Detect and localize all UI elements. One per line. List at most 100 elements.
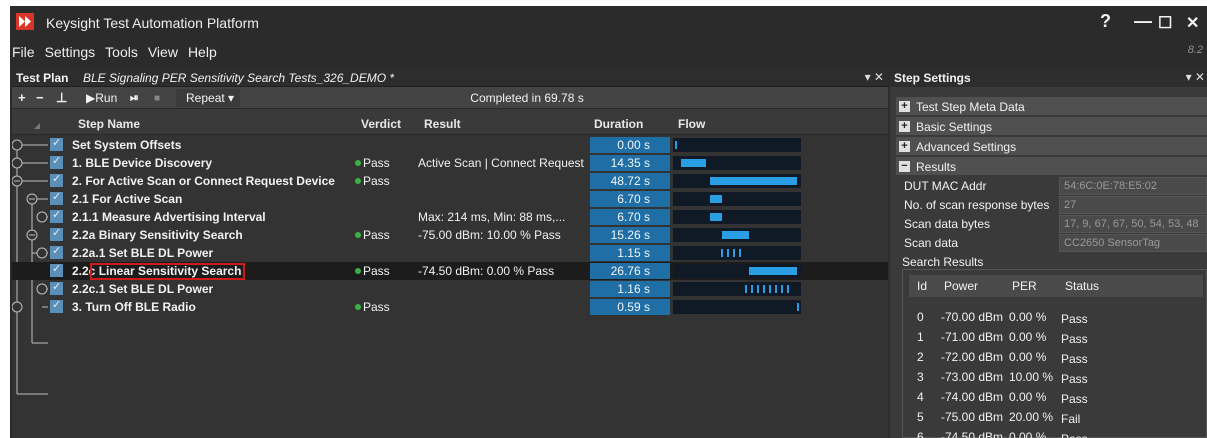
- menu-help[interactable]: Help: [186, 42, 225, 64]
- search-result-row[interactable]: 2 -72.00 dBm 0.00 % Pass: [909, 348, 1199, 367]
- repeat-dropdown[interactable]: Repeat ▾: [176, 89, 241, 107]
- col-duration[interactable]: Duration: [594, 117, 643, 131]
- sr-id: 3: [917, 370, 924, 384]
- table-row[interactable]: 2. For Active Scan or Connect Request De…: [12, 172, 888, 190]
- insert-child-button[interactable]: ⊥: [56, 90, 67, 106]
- enabled-checkbox[interactable]: [50, 172, 63, 187]
- step-verdict: Pass: [355, 300, 390, 314]
- flow-bar: [722, 231, 750, 239]
- grid-header: Step Name Verdict Result Duration Flow: [12, 111, 888, 135]
- pass-dot-icon: [355, 178, 361, 184]
- enabled-checkbox[interactable]: [50, 136, 63, 151]
- close-icon[interactable]: ✕: [1186, 13, 1199, 33]
- step-verdict: Pass: [355, 228, 390, 242]
- section-basic-settings[interactable]: + Basic Settings: [896, 117, 1207, 136]
- prop-value[interactable]: 54:6C:0E:78:E5:02: [1059, 177, 1207, 195]
- section-label: Results: [916, 160, 957, 174]
- table-row[interactable]: Set System Offsets 0.00 s: [12, 136, 888, 154]
- col-result[interactable]: Result: [424, 117, 461, 131]
- flow-timeline: [673, 246, 801, 260]
- run-button[interactable]: ▶Run: [86, 91, 117, 105]
- enabled-checkbox[interactable]: [50, 226, 63, 241]
- table-row[interactable]: 1. BLE Device Discovery Pass Active Scan |…: [12, 154, 888, 172]
- expand-icon[interactable]: +: [899, 121, 910, 132]
- enabled-checkbox[interactable]: [50, 244, 63, 259]
- search-result-row[interactable]: 3 -73.00 dBm 10.00 % Pass: [909, 368, 1199, 387]
- step-name: 2.1 For Active Scan: [72, 192, 183, 206]
- enabled-checkbox[interactable]: [50, 280, 63, 295]
- section-label: Basic Settings: [916, 120, 993, 134]
- title-bar: Keysight Test Automation Platform ? — ☐ …: [10, 6, 1207, 40]
- prop-dut-mac-addr: DUT MAC Addr 54:6C:0E:78:E5:02: [896, 177, 1207, 195]
- menu-settings[interactable]: Settings: [43, 42, 104, 64]
- section-test-step-meta-data[interactable]: + Test Step Meta Data: [896, 97, 1207, 116]
- menu-view[interactable]: View: [146, 42, 186, 64]
- panel-menu-close-icon[interactable]: ▾ ✕: [865, 70, 884, 84]
- step-result: Active Scan | Connect Request: [418, 156, 584, 170]
- col-step-name[interactable]: Step Name: [78, 117, 140, 131]
- step-duration: 26.76 s: [590, 263, 670, 279]
- table-row[interactable]: 2.2a.1 Set BLE DL Power 1.15 s: [12, 244, 888, 262]
- table-row[interactable]: 2.2a Binary Sensitivity Search Pass -75.00…: [12, 226, 888, 244]
- section-results[interactable]: − Results: [896, 157, 1207, 176]
- step-duration: 6.70 s: [590, 209, 670, 225]
- collapse-icon[interactable]: −: [899, 161, 910, 172]
- pause-button[interactable]: ⏯: [130, 92, 139, 105]
- maximize-icon[interactable]: ☐: [1158, 13, 1172, 33]
- prop-scan-data: Scan data CC2650 SensorTag: [896, 234, 1207, 252]
- search-result-row[interactable]: 1 -71.00 dBm 0.00 % Pass: [909, 328, 1199, 347]
- sr-status: Fail: [1061, 412, 1081, 426]
- remove-step-button[interactable]: −: [36, 90, 44, 105]
- table-row[interactable]: 3. Turn Off BLE Radio Pass 0.59 s: [12, 298, 888, 316]
- sr-id: 6: [917, 430, 924, 438]
- enabled-checkbox[interactable]: [50, 154, 63, 169]
- verdict-text: Pass: [363, 174, 390, 188]
- step-name: Set System Offsets: [72, 138, 182, 152]
- flow-timeline: [673, 138, 801, 152]
- sr-col-status[interactable]: Status: [1065, 279, 1099, 293]
- expand-icon[interactable]: +: [899, 101, 910, 112]
- help-button[interactable]: ?: [1100, 11, 1111, 32]
- run-status: Completed in 69.78 s: [470, 91, 584, 105]
- search-result-row[interactable]: 4 -74.00 dBm 0.00 % Pass: [909, 388, 1199, 407]
- enabled-checkbox[interactable]: [50, 190, 63, 205]
- section-advanced-settings[interactable]: + Advanced Settings: [896, 137, 1207, 156]
- sr-id: 1: [917, 330, 924, 344]
- minimize-icon[interactable]: —: [1134, 11, 1152, 32]
- stop-button[interactable]: ■: [154, 93, 160, 104]
- flow-bar: [709, 195, 723, 203]
- table-row[interactable]: 2.2c.1 Set BLE DL Power 1.16 s: [12, 280, 888, 298]
- prop-value[interactable]: 27: [1059, 196, 1207, 214]
- menu-tools[interactable]: Tools: [103, 42, 146, 64]
- step-settings-panel: Step Settings ▾ ✕ + Test Step Meta Data …: [890, 68, 1207, 438]
- add-step-button[interactable]: +: [18, 90, 26, 105]
- search-result-row[interactable]: 0 -70.00 dBm 0.00 % Pass: [909, 308, 1199, 327]
- prop-value[interactable]: CC2650 SensorTag: [1059, 234, 1207, 252]
- col-verdict[interactable]: Verdict: [361, 117, 401, 131]
- sr-col-id[interactable]: Id: [917, 279, 927, 293]
- step-name: 3. Turn Off BLE Radio: [72, 300, 196, 314]
- search-result-row[interactable]: 6 -74.50 dBm 0.00 % Pass: [909, 428, 1199, 438]
- sr-power: -74.50 dBm: [941, 430, 1004, 438]
- enabled-checkbox[interactable]: [50, 298, 63, 313]
- expand-icon[interactable]: +: [899, 141, 910, 152]
- panel-menu-close-icon[interactable]: ▾ ✕: [1186, 70, 1205, 84]
- step-duration: 0.00 s: [590, 137, 670, 153]
- step-verdict: Pass: [355, 174, 390, 188]
- table-row[interactable]: 2.1 For Active Scan 6.70 s: [12, 190, 888, 208]
- col-flow[interactable]: Flow: [678, 117, 705, 131]
- table-row[interactable]: 2.1.1 Measure Advertising Interval Max: 2…: [12, 208, 888, 226]
- enabled-checkbox[interactable]: [50, 208, 63, 223]
- flow-bar: [775, 285, 777, 293]
- sr-col-per[interactable]: PER: [1012, 279, 1037, 293]
- flow-bar: [769, 285, 771, 293]
- search-result-row[interactable]: 5 -75.00 dBm 20.00 % Fail: [909, 408, 1199, 427]
- enabled-checkbox[interactable]: [50, 262, 63, 277]
- sr-col-power[interactable]: Power: [944, 279, 978, 293]
- flow-bar: [733, 249, 735, 257]
- sr-status: Pass: [1061, 312, 1088, 326]
- step-result: -75.00 dBm: 10.00 % Pass: [418, 228, 561, 242]
- menu-file[interactable]: File: [10, 42, 43, 64]
- prop-value[interactable]: 17, 9, 67, 67, 50, 54, 53, 48: [1059, 215, 1207, 233]
- table-row[interactable]: 2.2c Linear Sensitivity SearchPass-74.50…: [12, 262, 888, 280]
